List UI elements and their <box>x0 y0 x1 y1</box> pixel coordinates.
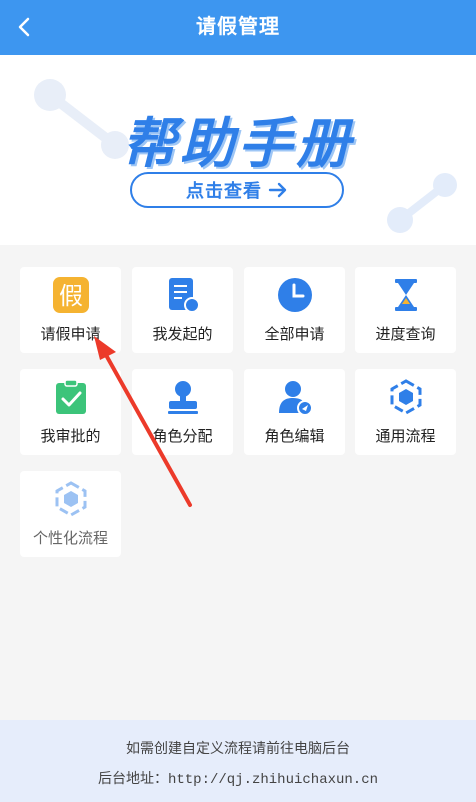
stamp-icon <box>167 381 198 414</box>
footer-hint: 如需创建自定义流程请前往电脑后台 <box>126 740 350 756</box>
menu-item-label: 全部申请 <box>264 326 325 343</box>
hexagon-flow-icon <box>390 379 421 415</box>
help-banner: 帮助手册 点击查看 <box>0 55 476 245</box>
clock-icon <box>277 278 312 312</box>
arrow-right-icon <box>268 182 287 198</box>
svg-text:假: 假 <box>59 282 83 310</box>
menu-item-progress-query[interactable]: 进度查询 <box>355 267 456 353</box>
menu-item-general-flow[interactable]: 通用流程 <box>355 369 456 455</box>
footer-notice: 如需创建自定义流程请前往电脑后台 后台地址：http://qj.zhihuich… <box>0 720 476 802</box>
leave-badge-icon: 假 <box>52 277 89 313</box>
menu-item-label: 通用流程 <box>375 428 436 445</box>
clipboard-check-icon <box>55 379 86 414</box>
menu-item-label: 个性化流程 <box>32 530 108 547</box>
menu-item-label: 我审批的 <box>40 428 101 445</box>
menu-item-custom-flow[interactable]: 个性化流程 <box>20 471 121 557</box>
menu-item-label: 请假申请 <box>40 326 101 343</box>
menu-item-label: 进度查询 <box>375 326 436 343</box>
menu-item-label: 角色编辑 <box>264 428 325 445</box>
view-help-label: 点击查看 <box>186 181 262 202</box>
menu-item-role-assign[interactable]: 角色分配 <box>132 369 233 455</box>
footer-address: 后台地址：http://qj.zhihuichaxun.cn <box>97 772 379 788</box>
menu-item-label: 我发起的 <box>152 326 213 343</box>
user-edit-icon <box>278 381 313 415</box>
document-icon <box>168 278 200 313</box>
app-header: 请假管理 <box>0 0 476 55</box>
page-title: 请假管理 <box>196 16 280 38</box>
menu-item-label: 角色分配 <box>152 428 213 445</box>
hourglass-icon <box>394 279 417 311</box>
banner-title: 帮助手册 <box>122 112 354 175</box>
menu-item-leave-apply[interactable]: 假 请假申请 <box>20 267 121 353</box>
molecule-decoration <box>387 173 457 233</box>
menu-item-all-applications[interactable]: 全部申请 <box>244 267 345 353</box>
hexagon-flow-icon <box>55 481 86 517</box>
view-help-button[interactable]: 点击查看 <box>130 172 344 208</box>
menu-item-role-edit[interactable]: 角色编辑 <box>244 369 345 455</box>
menu-item-my-initiated[interactable]: 我发起的 <box>132 267 233 353</box>
menu-item-my-approvals[interactable]: 我审批的 <box>20 369 121 455</box>
